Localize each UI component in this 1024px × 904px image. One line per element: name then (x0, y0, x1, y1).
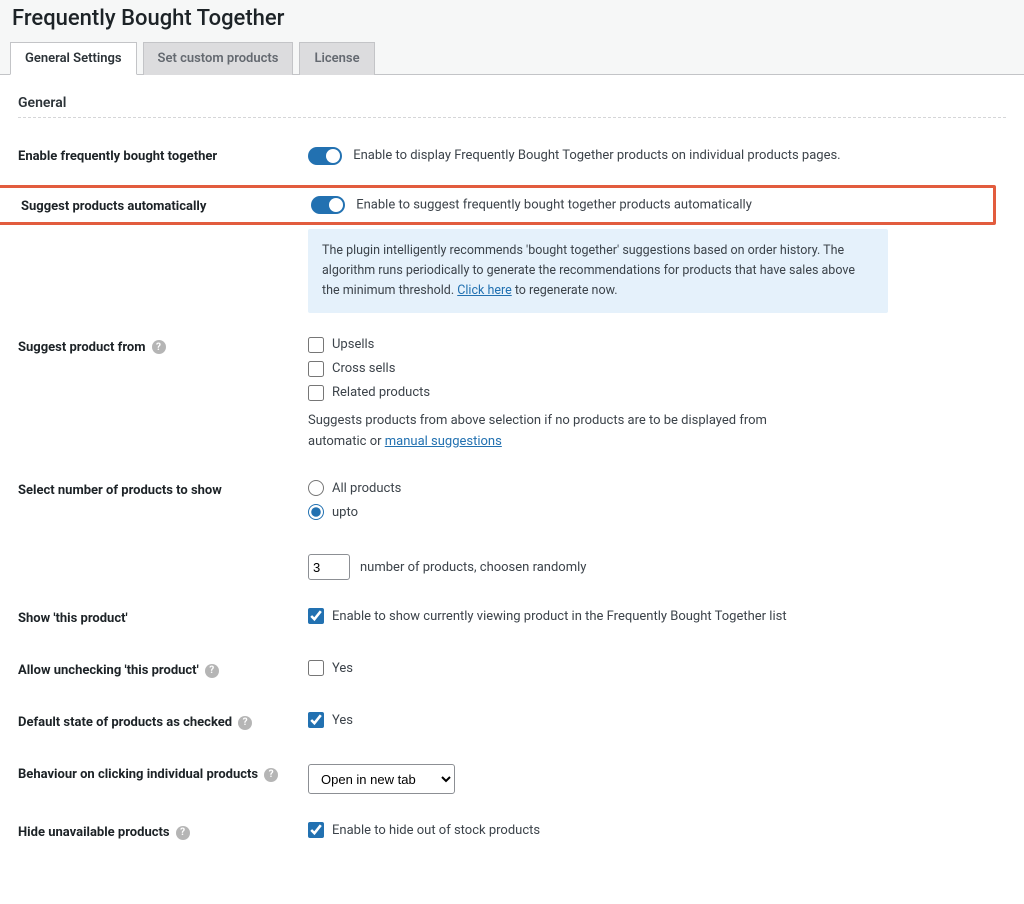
desc-auto-suggest: Enable to suggest frequently bought toge… (356, 197, 752, 212)
checkbox-default-checked[interactable] (308, 712, 324, 728)
num-products-suffix: number of products, choosen randomly (360, 560, 586, 575)
note-suggest-from: Suggests products from above selection i… (308, 411, 808, 453)
select-click-behaviour[interactable]: Open in new tab (308, 764, 455, 794)
section-title-general: General (18, 95, 1006, 111)
input-num-products[interactable] (308, 554, 350, 580)
checkbox-upsells[interactable] (308, 337, 324, 353)
row-num-products: Select number of products to show All pr… (18, 470, 1006, 598)
toggle-auto-suggest[interactable] (311, 196, 345, 214)
tab-general-settings[interactable]: General Settings (10, 42, 137, 75)
label-hide-unavailable: Hide unavailable products ? (18, 822, 308, 840)
desc-enable-fbt: Enable to display Frequently Bought Toge… (353, 148, 840, 163)
settings-panel: General Enable frequently bought togethe… (0, 75, 1024, 904)
help-icon[interactable]: ? (152, 340, 166, 354)
checkbox-hide-unavailable[interactable] (308, 822, 324, 838)
row-enable-fbt: Enable frequently bought together Enable… (18, 136, 1006, 185)
row-suggest-from: Suggest product from ? Upsells Cross sel… (18, 327, 1006, 471)
option-allow-unchecking-yes: Yes (332, 661, 353, 676)
checkbox-cross-sells[interactable] (308, 361, 324, 377)
label-click-behaviour: Behaviour on clicking individual product… (18, 764, 308, 782)
row-default-checked: Default state of products as checked ? Y… (18, 702, 1006, 754)
option-cross-sells: Cross sells (332, 361, 395, 376)
row-auto-suggest: Suggest products automatically Enable to… (0, 185, 996, 225)
page-title: Frequently Bought Together (12, 6, 1012, 31)
option-default-checked-yes: Yes (332, 713, 353, 728)
toggle-enable-fbt[interactable] (308, 147, 342, 165)
help-icon[interactable]: ? (176, 826, 190, 840)
option-all-products: All products (332, 481, 401, 496)
label-suggest-from: Suggest product from ? (18, 337, 308, 355)
label-show-this-product: Show 'this product' (18, 608, 308, 626)
label-default-checked: Default state of products as checked ? (18, 712, 308, 730)
link-click-here-regenerate[interactable]: Click here (457, 283, 511, 298)
option-related-products: Related products (332, 385, 430, 400)
desc-show-this-product: Enable to show currently viewing product… (332, 609, 787, 624)
tabs: General Settings Set custom products Lic… (0, 41, 1024, 75)
row-show-this-product: Show 'this product' Enable to show curre… (18, 598, 1006, 650)
desc-hide-unavailable: Enable to hide out of stock products (332, 823, 540, 838)
tab-set-custom-products[interactable]: Set custom products (143, 42, 294, 75)
checkbox-related-products[interactable] (308, 385, 324, 401)
label-allow-unchecking: Allow unchecking 'this product' ? (18, 660, 308, 678)
radio-all-products[interactable] (308, 480, 324, 496)
label-num-products: Select number of products to show (18, 480, 308, 498)
help-icon[interactable]: ? (264, 768, 278, 782)
option-upsells: Upsells (332, 337, 374, 352)
link-manual-suggestions[interactable]: manual suggestions (385, 434, 502, 449)
help-icon[interactable]: ? (205, 664, 219, 678)
callout-text-post: to regenerate now. (512, 283, 618, 298)
row-allow-unchecking: Allow unchecking 'this product' ? Yes (18, 650, 1006, 702)
callout-regenerate: The plugin intelligently recommends 'bou… (308, 229, 888, 313)
radio-upto[interactable] (308, 504, 324, 520)
checkbox-show-this-product[interactable] (308, 608, 324, 624)
label-enable-fbt: Enable frequently bought together (18, 146, 308, 164)
label-auto-suggest: Suggest products automatically (21, 196, 311, 214)
section-divider (18, 117, 1006, 118)
row-click-behaviour: Behaviour on clicking individual product… (18, 754, 1006, 812)
help-icon[interactable]: ? (238, 716, 252, 730)
option-upto: upto (332, 505, 358, 520)
checkbox-allow-unchecking[interactable] (308, 660, 324, 676)
tab-license[interactable]: License (299, 42, 374, 75)
